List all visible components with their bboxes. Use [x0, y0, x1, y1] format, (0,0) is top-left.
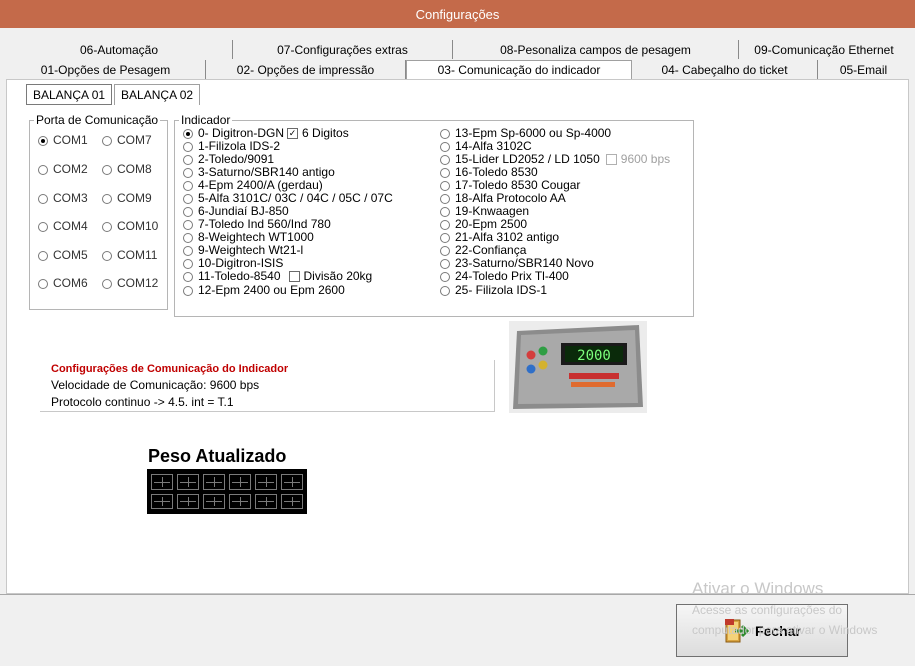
radio-icon: [183, 141, 193, 152]
lcd-digit: [229, 493, 251, 509]
radio-icon: [440, 285, 450, 296]
radio-icon: [440, 271, 450, 282]
tab-cabecalho-ticket[interactable]: 04- Cabeçalho do ticket: [632, 60, 818, 79]
radio-icon: [440, 167, 450, 178]
radio-com3[interactable]: COM3: [38, 192, 88, 205]
tab-comunicacao-ethernet[interactable]: 09-Comunicação Ethernet: [739, 40, 909, 59]
radio-icon: [102, 193, 112, 204]
weight-lcd-display: [147, 469, 307, 514]
radio-com2[interactable]: COM2: [38, 163, 88, 176]
lcd-digit: [255, 474, 277, 490]
radio-icon: [183, 180, 193, 191]
radio-icon: [183, 128, 193, 139]
radio-icon: [183, 271, 193, 282]
radio-icon: [440, 141, 450, 152]
radio-com7[interactable]: COM7: [102, 134, 152, 147]
radio-icon: [440, 193, 450, 204]
window-title: Configurações: [0, 0, 915, 28]
tab-opcoes-impressao[interactable]: 02- Opções de impressão: [206, 60, 406, 79]
lcd-digit: [177, 474, 199, 490]
radio-indicador-12[interactable]: 12-Epm 2400 ou Epm 2600: [183, 284, 345, 297]
radio-icon: [183, 258, 193, 269]
watermark-line2: Acesse as configurações do: [692, 603, 843, 617]
radio-icon: [102, 164, 112, 175]
lcd-digit: [255, 493, 277, 509]
radio-com6[interactable]: COM6: [38, 277, 88, 290]
tab-opcoes-pesagem[interactable]: 01-Opções de Pesagem: [6, 60, 206, 79]
lcd-digit: [203, 474, 225, 490]
radio-icon: [440, 206, 450, 217]
radio-icon: [38, 193, 48, 204]
radio-com9[interactable]: COM9: [102, 192, 152, 205]
tab-row-2: 01-Opções de Pesagem 02- Opções de impre…: [6, 60, 909, 79]
subtab-balanca-01[interactable]: BALANÇA 01: [26, 84, 113, 105]
radio-icon: [183, 285, 193, 296]
checkbox-9600-bps[interactable]: [605, 154, 617, 165]
radio-com10[interactable]: COM10: [102, 220, 158, 233]
radio-icon: [440, 232, 450, 243]
radio-com12[interactable]: COM12: [102, 277, 158, 290]
radio-icon: [440, 245, 450, 256]
radio-icon: [183, 232, 193, 243]
checkbox-divisao-20kg[interactable]: [288, 271, 300, 282]
radio-indicador-25[interactable]: 25- Filizola IDS-1: [440, 284, 547, 297]
tab-comunicacao-indicador[interactable]: 03- Comunicação do indicador: [406, 60, 632, 79]
radio-icon: [38, 135, 48, 146]
radio-com8[interactable]: COM8: [102, 163, 152, 176]
radio-icon: [38, 164, 48, 175]
lcd-digit: [203, 493, 225, 509]
checkbox-6-digitos[interactable]: ✓: [287, 128, 299, 139]
tab-configuracoes-extras[interactable]: 07-Configurações extras: [233, 40, 453, 59]
tab-row-1: 06-Automação 07-Configurações extras 08-…: [6, 40, 909, 59]
radio-indicador-11[interactable]: 11-Toledo-8540 Divisão 20kg: [183, 270, 372, 283]
radio-icon: [102, 135, 112, 146]
check-6-digitos-label: 6 Digitos: [302, 126, 349, 140]
radio-icon: [38, 250, 48, 261]
peso-atualizado-title: Peso Atualizado: [148, 446, 287, 466]
lcd-digit: [281, 474, 303, 490]
tab-email[interactable]: 05-Email: [818, 60, 909, 79]
watermark-line3: computador para ativar o Windows: [692, 623, 878, 637]
watermark-line1: Ativar o Windows: [692, 579, 824, 598]
lcd-digit: [281, 493, 303, 509]
lcd-digit: [177, 493, 199, 509]
radio-com11[interactable]: COM11: [102, 249, 157, 262]
radio-icon: [440, 128, 450, 139]
lcd-digit: [229, 474, 251, 490]
config-protocolo: Protocolo continuo -> 4.5. int = T.1: [51, 395, 234, 409]
subtab-balanca-02[interactable]: BALANÇA 02: [114, 84, 201, 105]
lcd-digit: [151, 474, 173, 490]
radio-icon: [440, 219, 450, 230]
indicator-device-image: 2000: [509, 321, 647, 413]
radio-icon: [102, 221, 112, 232]
check-divisao-label: Divisão 20kg: [303, 269, 373, 283]
radio-icon: [38, 221, 48, 232]
tab-automacao[interactable]: 06-Automação: [6, 40, 233, 59]
radio-icon: [183, 154, 193, 165]
radio-icon: [440, 180, 450, 191]
radio-indicador-24[interactable]: 24-Toledo Prix Tl-400: [440, 270, 569, 283]
porta-comunicacao-legend: Porta de Comunicação: [36, 113, 159, 127]
radio-icon: [440, 154, 450, 165]
device-display: 2000: [577, 348, 611, 364]
tab-personaliza-campos[interactable]: 08-Pesonaliza campos de pesagem: [453, 40, 739, 59]
radio-icon: [183, 206, 193, 217]
radio-icon: [183, 193, 193, 204]
lcd-digit: [151, 493, 173, 509]
radio-icon: [38, 278, 48, 289]
indicador-legend: Indicador: [181, 113, 231, 127]
radio-icon: [183, 167, 193, 178]
radio-icon: [102, 250, 112, 261]
radio-icon: [183, 245, 193, 256]
radio-com5[interactable]: COM5: [38, 249, 88, 262]
radio-com4[interactable]: COM4: [38, 220, 88, 233]
radio-com1[interactable]: COM1: [38, 134, 88, 147]
radio-icon: [102, 278, 112, 289]
balanca-subtabs: BALANÇA 01 BALANÇA 02: [26, 84, 202, 105]
radio-icon: [183, 219, 193, 230]
config-velocidade: Velocidade de Comunicação: 9600 bps: [51, 378, 260, 392]
radio-icon: [440, 258, 450, 269]
check-9600-label: 9600 bps: [620, 152, 671, 166]
config-info-title: Configurações de Comunicação do Indicado…: [51, 363, 289, 375]
